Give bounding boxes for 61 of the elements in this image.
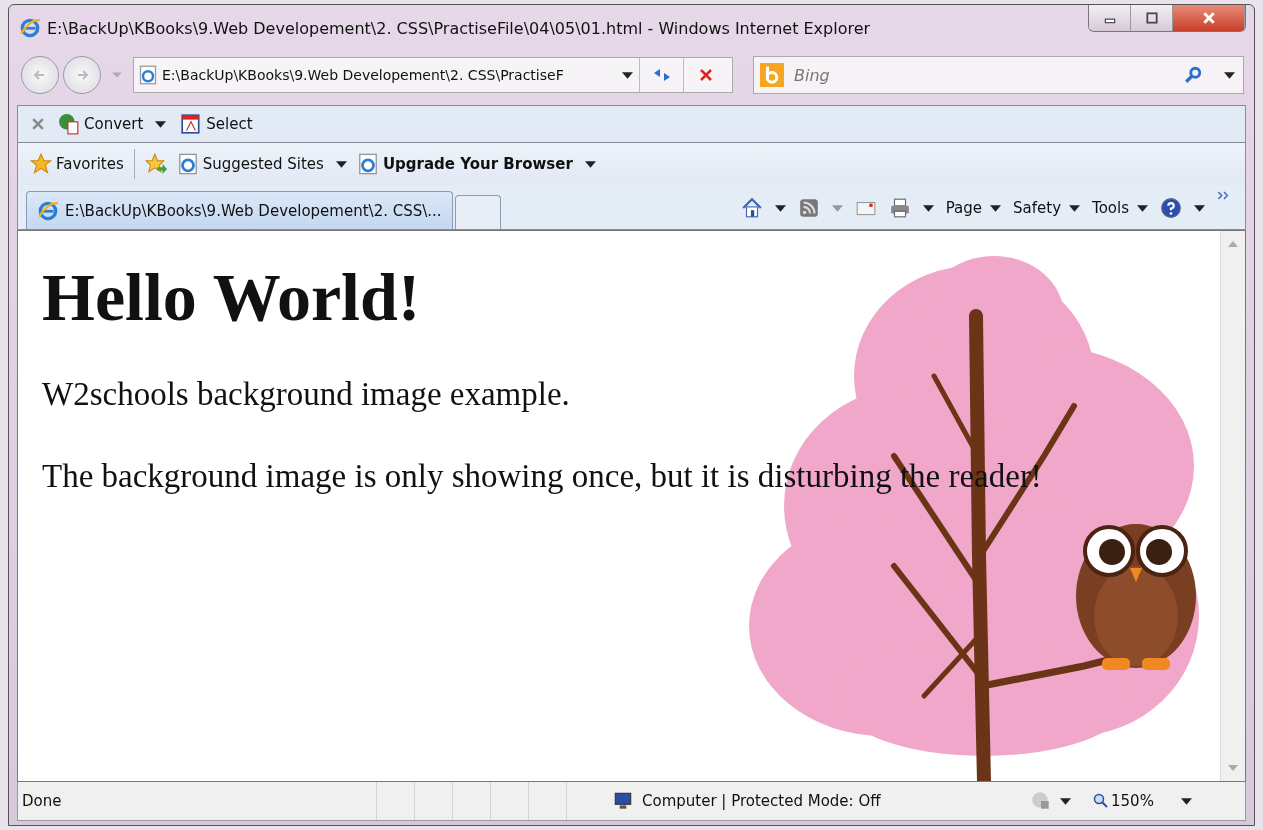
stop-icon xyxy=(697,67,714,83)
command-menu[interactable]: Page xyxy=(945,199,1002,217)
convert-dropdown[interactable]: Convert xyxy=(58,113,167,135)
page-icon xyxy=(176,153,199,175)
caret-icon xyxy=(990,204,1002,212)
address-field[interactable]: E:\BackUp\KBooks\9.Web Developement\2. CSS\PractiseF xyxy=(158,67,616,83)
maximize-icon xyxy=(1144,12,1159,24)
pdf-document-icon xyxy=(180,113,203,135)
zoom-button[interactable]: 150% xyxy=(1093,792,1173,810)
page-icon xyxy=(138,65,158,85)
star-icon xyxy=(30,153,52,175)
bing-logo-icon xyxy=(760,63,784,87)
search-icon[interactable] xyxy=(1184,66,1202,84)
page-paragraph: W2schools background image example. xyxy=(42,375,570,414)
caret-icon xyxy=(155,120,167,128)
caret-icon[interactable] xyxy=(922,204,934,212)
caret-icon xyxy=(335,160,347,168)
ie-logo-icon xyxy=(37,199,59,222)
computer-icon xyxy=(612,790,634,812)
new-tab-button[interactable] xyxy=(454,195,501,229)
globe-lock-icon[interactable] xyxy=(1030,790,1052,812)
favorites-button[interactable]: Favorites xyxy=(30,153,124,175)
page-heading: Hello World! xyxy=(42,263,421,331)
page-icon xyxy=(356,153,379,175)
caret-icon[interactable] xyxy=(1194,204,1205,212)
security-zone-text: Computer | Protected Mode: Off xyxy=(642,792,882,810)
favorites-link[interactable]: Suggested Sites xyxy=(176,153,347,175)
caret-icon xyxy=(1069,204,1081,212)
favorites-link[interactable]: Upgrade Your Browser xyxy=(356,153,596,175)
printer-icon[interactable] xyxy=(888,197,911,219)
caret-icon[interactable] xyxy=(622,71,633,79)
caret-icon[interactable] xyxy=(1224,71,1235,79)
window-title: E:\BackUp\KBooks\9.Web Developement\2. CSS\PractiseFile\04\05\01.html - Windows Internet Explorer xyxy=(47,18,872,38)
search-bar[interactable]: Bing xyxy=(753,56,1244,94)
close-icon xyxy=(1201,12,1216,24)
status-text: Done xyxy=(22,792,63,810)
chevron-icon[interactable] xyxy=(1217,191,1231,200)
forward-button[interactable] xyxy=(63,56,101,94)
caret-icon xyxy=(584,160,596,168)
maximize-button[interactable] xyxy=(1131,5,1173,31)
home-icon[interactable] xyxy=(740,197,763,219)
close-icon[interactable] xyxy=(32,118,44,130)
search-field[interactable]: Bing xyxy=(792,64,856,86)
command-menu[interactable]: Tools xyxy=(1092,199,1148,217)
globe-pdf-icon xyxy=(58,113,80,135)
caret-icon[interactable] xyxy=(774,204,786,212)
caret-icon[interactable] xyxy=(1181,797,1192,805)
command-menu[interactable]: Safety xyxy=(1013,199,1081,217)
minimize-button[interactable] xyxy=(1089,5,1131,31)
add-favorite-icon[interactable] xyxy=(144,153,167,175)
browser-tab[interactable]: E:\BackUp\KBooks\9.Web Developement\2. CSS\... xyxy=(26,191,453,229)
address-bar[interactable]: E:\BackUp\KBooks\9.Web Developement\2. CSS\PractiseF xyxy=(133,57,733,93)
back-button[interactable] xyxy=(21,56,59,94)
caret-icon[interactable] xyxy=(1060,797,1071,805)
close-button[interactable] xyxy=(1173,5,1245,31)
feed-icon[interactable] xyxy=(797,197,820,219)
select-button[interactable]: Select xyxy=(180,113,253,135)
caret-icon xyxy=(1137,204,1148,212)
ie-logo-icon xyxy=(19,17,41,39)
help-icon[interactable] xyxy=(1160,197,1182,219)
zoom-icon xyxy=(1093,793,1109,809)
